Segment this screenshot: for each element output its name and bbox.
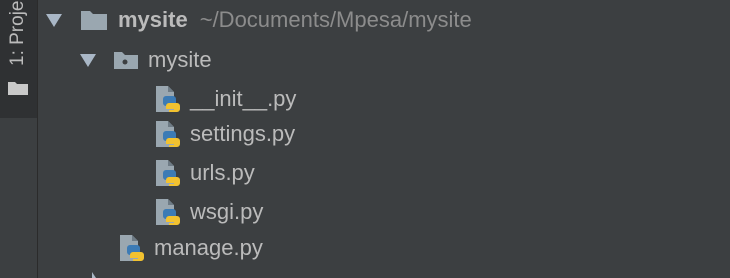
- tool-window-sidebar: 1: Project: [0, 0, 38, 278]
- chevron-right-icon: [92, 272, 96, 278]
- file-name: manage.py: [154, 235, 263, 260]
- project-tree: mysite ~/Documents/Mpesa/mysite mysite _…: [38, 0, 730, 278]
- package-folder-name: mysite: [148, 47, 212, 72]
- tree-row-file[interactable]: settings.py: [154, 115, 295, 153]
- tree-row-file[interactable]: wsgi.py: [154, 193, 263, 231]
- python-file-icon: [156, 160, 180, 186]
- tree-row-file[interactable]: __init__.py: [154, 80, 296, 118]
- tree-row-package[interactable]: mysite: [80, 41, 212, 79]
- tree-row-cutoff: [90, 266, 104, 278]
- root-folder-path: ~/Documents/Mpesa/mysite: [199, 7, 472, 32]
- python-file-icon: [156, 199, 180, 225]
- tree-row-file[interactable]: manage.py: [118, 229, 263, 267]
- python-file-icon: [120, 235, 144, 261]
- file-name: wsgi.py: [190, 199, 264, 224]
- folder-icon: [8, 82, 28, 95]
- root-folder-name: mysite: [118, 7, 188, 32]
- project-tool-window: 1: Project mysite ~/Documents/Mpesa/mysi…: [0, 0, 730, 278]
- project-tab[interactable]: 1: Project: [0, 0, 37, 118]
- project-tab-label-clip: 1: Project: [0, 0, 37, 70]
- tree-row-file[interactable]: urls.py: [154, 154, 255, 192]
- python-file-icon: [156, 121, 180, 147]
- python-file-icon: [156, 86, 180, 112]
- file-name: urls.py: [190, 160, 255, 185]
- chevron-down-icon[interactable]: [46, 13, 62, 27]
- folder-icon: [81, 11, 107, 30]
- file-name: settings.py: [190, 121, 296, 146]
- chevron-down-icon[interactable]: [80, 53, 96, 67]
- package-folder-icon: [114, 52, 138, 69]
- file-name: __init__.py: [190, 86, 297, 111]
- tree-row-root[interactable]: mysite ~/Documents/Mpesa/mysite: [46, 1, 472, 39]
- project-tab-label: 1: Project: [7, 0, 28, 66]
